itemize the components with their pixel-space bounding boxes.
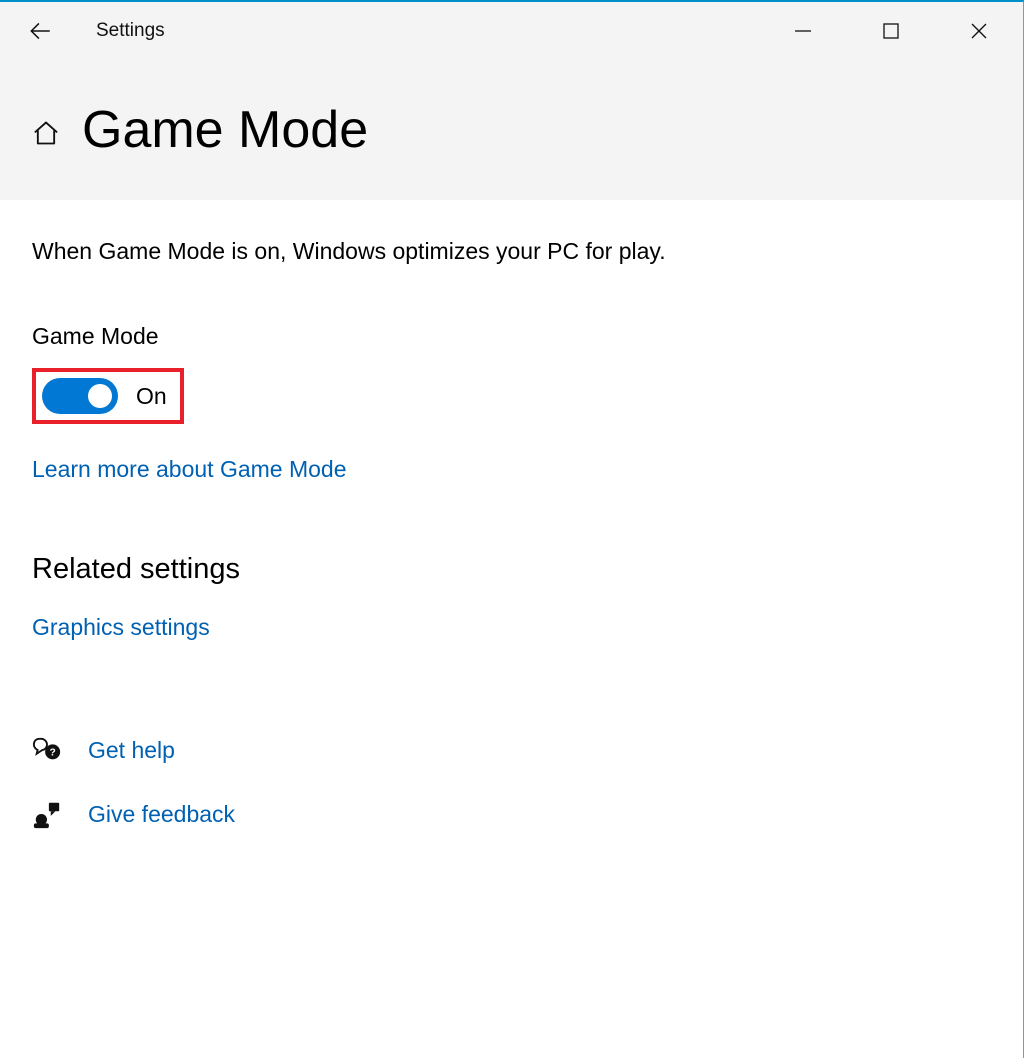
back-arrow-icon: [27, 18, 53, 44]
page-title: Game Mode: [82, 100, 368, 160]
back-button[interactable]: [8, 2, 72, 60]
minimize-icon: [794, 22, 812, 40]
settings-window: Settings Game Mode Whe: [0, 0, 1024, 1058]
maximize-button[interactable]: [847, 2, 935, 60]
game-mode-toggle-state: On: [136, 383, 167, 410]
feedback-icon: [32, 799, 62, 829]
titlebar: Settings: [0, 2, 1023, 60]
graphics-settings-link[interactable]: Graphics settings: [32, 614, 991, 641]
svg-text:?: ?: [49, 748, 55, 759]
toggle-knob: [88, 384, 112, 408]
page-header: Game Mode: [0, 60, 1023, 200]
close-button[interactable]: [935, 2, 1023, 60]
minimize-button[interactable]: [759, 2, 847, 60]
highlight-annotation: On: [32, 368, 184, 424]
get-help-row: ? Get help: [32, 735, 991, 765]
give-feedback-link[interactable]: Give feedback: [88, 801, 235, 828]
game-mode-label: Game Mode: [32, 323, 991, 350]
game-mode-toggle-row: On: [32, 368, 991, 424]
app-title: Settings: [72, 20, 165, 42]
get-help-link[interactable]: Get help: [88, 737, 175, 764]
game-mode-description: When Game Mode is on, Windows optimizes …: [32, 238, 991, 265]
game-mode-toggle[interactable]: [42, 378, 118, 414]
content-area: When Game Mode is on, Windows optimizes …: [0, 200, 1023, 893]
maximize-icon: [882, 22, 900, 40]
close-icon: [970, 22, 988, 40]
give-feedback-row: Give feedback: [32, 799, 991, 829]
learn-more-link[interactable]: Learn more about Game Mode: [32, 456, 991, 483]
home-icon[interactable]: [32, 119, 60, 147]
related-settings-heading: Related settings: [32, 553, 991, 586]
help-icon: ?: [32, 735, 62, 765]
